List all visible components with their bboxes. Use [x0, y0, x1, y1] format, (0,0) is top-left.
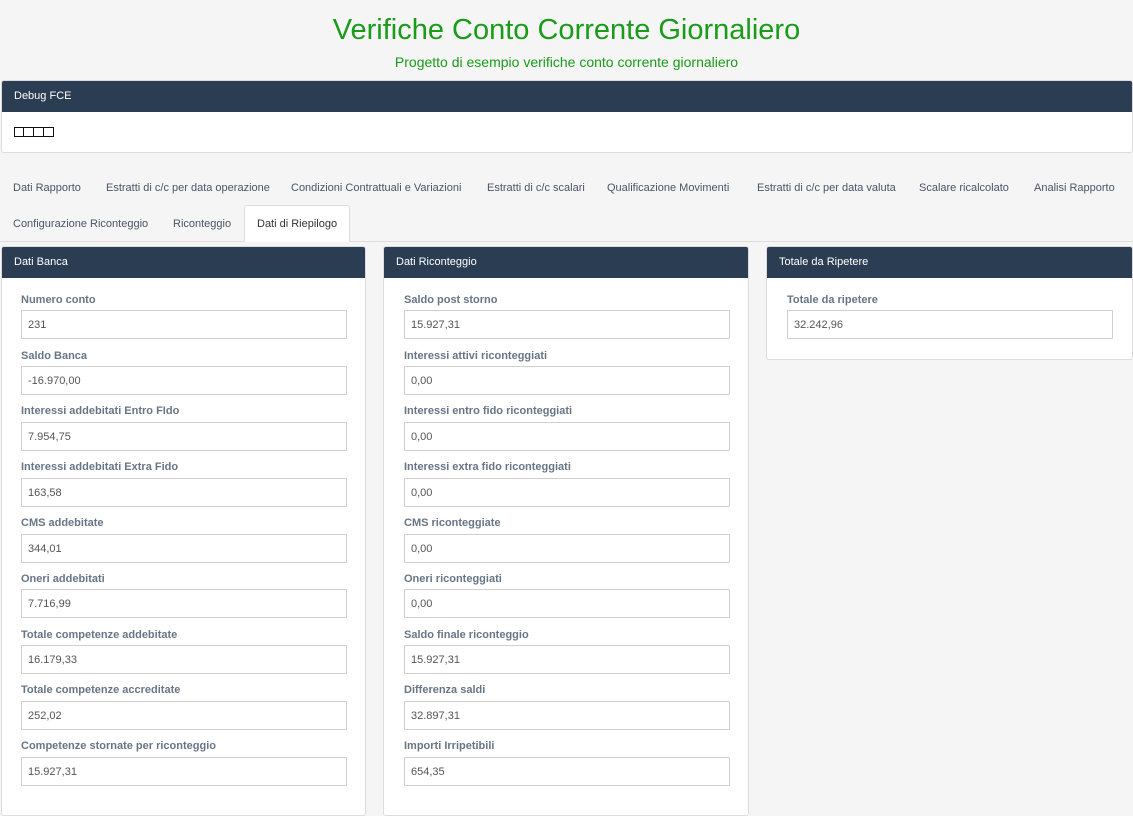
tab-dati-rapporto[interactable]: Dati Rapporto [13, 170, 81, 206]
debug-panel: Debug FCE [1, 80, 1133, 153]
interessi-extra-fido-field[interactable] [21, 478, 347, 507]
debug-panel-body [2, 112, 1132, 152]
page-subtitle: Progetto di esempio verifiche conto corr… [394, 54, 739, 70]
oneri-riconteggiati-field[interactable] [404, 589, 730, 618]
cms-riconteggiate-field[interactable] [404, 534, 730, 563]
tab-dati-di-riepilogo[interactable]: Dati di Riepilogo [244, 205, 351, 242]
missing-glyph-boxes [14, 127, 1120, 137]
saldo-finale-riconteggio-label: Saldo finale riconteggio [404, 629, 529, 641]
importi-irripetibili-label: Importi Irripetibili [404, 740, 495, 752]
tab-condizioni-contrattuali[interactable]: Condizioni Contrattuali e Variazioni [291, 170, 461, 206]
oneri-riconteggiati-label: Oneri riconteggiati [404, 573, 502, 585]
differenza-saldi-field[interactable] [404, 701, 730, 730]
saldo-finale-riconteggio-field[interactable] [404, 645, 730, 674]
cms-addebitate-label: CMS addebitate [21, 517, 104, 529]
totale-da-ripetere-title: Totale da Ripetere [767, 247, 1132, 278]
saldo-post-storno-label: Saldo post storno [404, 294, 498, 306]
tab-estratti-data-valuta[interactable]: Estratti di c/c per data valuta [757, 170, 896, 206]
interessi-attivi-label: Interessi attivi riconteggiati [404, 350, 548, 362]
dati-banca-panel: Dati Banca Numero conto Saldo Banca Inte… [1, 246, 366, 816]
interessi-entro-fido-field[interactable] [21, 422, 347, 451]
debug-panel-title: Debug FCE [2, 81, 1132, 112]
totale-da-ripetere-label: Totale da ripetere [787, 294, 878, 306]
missing-glyph-icon [34, 127, 44, 137]
oneri-addebitati-field[interactable] [21, 589, 347, 618]
tab-riconteggio[interactable]: Riconteggio [173, 206, 231, 242]
tab-configurazione-riconteggio[interactable]: Configurazione Riconteggio [13, 206, 148, 242]
tab-analisi-rapporto[interactable]: Analisi Rapporto [1034, 170, 1115, 206]
page-header: Verifiche Conto Corrente Giornaliero Pro… [0, 0, 1133, 80]
totale-competenze-accreditate-label: Totale competenze accreditate [21, 684, 181, 696]
numero-conto-field[interactable] [21, 310, 347, 339]
interessi-entro-fido-riconteggiati-field[interactable] [404, 422, 730, 451]
saldo-banca-label: Saldo Banca [21, 350, 88, 362]
totale-da-ripetere-panel: Totale da Ripetere Totale da ripetere [766, 246, 1133, 360]
oneri-addebitati-label: Oneri addebitati [21, 573, 105, 585]
numero-conto-label: Numero conto [21, 294, 96, 306]
totale-competenze-addebitate-field[interactable] [21, 645, 347, 674]
saldo-post-storno-field[interactable] [404, 310, 730, 339]
cms-addebitate-field[interactable] [21, 534, 347, 563]
missing-glyph-icon [44, 127, 54, 137]
interessi-entro-fido-riconteggiati-label: Interessi entro fido riconteggiati [404, 405, 573, 417]
interessi-entro-fido-label: Interessi addebitati Entro FIdo [21, 405, 180, 417]
totale-competenze-addebitate-label: Totale competenze addebitate [21, 629, 178, 641]
interessi-extra-fido-label: Interessi addebitati Extra Fido [21, 461, 179, 473]
dati-riconteggio-title: Dati Riconteggio [384, 247, 748, 278]
differenza-saldi-label: Differenza saldi [404, 684, 486, 696]
tab-scalare-ricalcolato[interactable]: Scalare ricalcolato [919, 170, 1009, 206]
totale-competenze-accreditate-field[interactable] [21, 701, 347, 730]
dati-banca-title: Dati Banca [2, 247, 365, 278]
missing-glyph-icon [24, 127, 34, 137]
competenze-stornate-label: Competenze stornate per riconteggio [21, 740, 216, 752]
tab-bar: Dati Rapporto Estratti di c/c per data o… [0, 170, 1133, 242]
totale-da-ripetere-field[interactable] [787, 310, 1113, 339]
competenze-stornate-field[interactable] [21, 757, 347, 786]
interessi-attivi-field[interactable] [404, 366, 730, 395]
dati-riconteggio-panel: Dati Riconteggio Saldo post storno Inter… [383, 246, 749, 816]
importi-irripetibili-field[interactable] [404, 757, 730, 786]
interessi-extra-fido-riconteggiati-label: Interessi extra fido riconteggiati [404, 461, 571, 473]
tab-qualificazione-movimenti[interactable]: Qualificazione Movimenti [607, 170, 729, 206]
page-title: Verifiche Conto Corrente Giornaliero [332, 14, 801, 46]
interessi-extra-fido-riconteggiati-field[interactable] [404, 478, 730, 507]
tab-estratti-scalari[interactable]: Estratti di c/c scalari [487, 170, 585, 206]
missing-glyph-icon [14, 127, 24, 137]
tab-estratti-data-operazione[interactable]: Estratti di c/c per data operazione [106, 170, 270, 206]
cms-riconteggiate-label: CMS riconteggiate [404, 517, 501, 529]
saldo-banca-field[interactable] [21, 366, 347, 395]
